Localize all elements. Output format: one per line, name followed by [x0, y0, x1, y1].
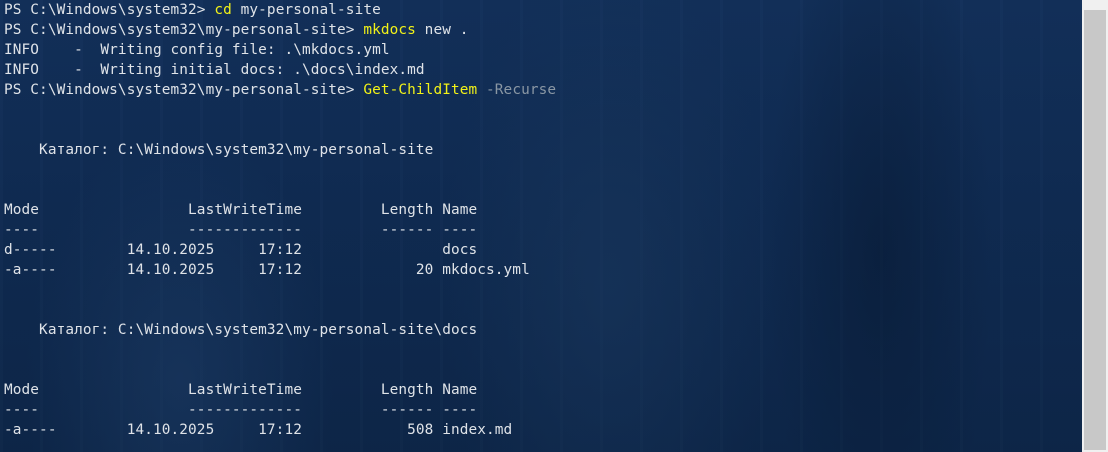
output-line: INFO - Writing config file: .\mkdocs.yml [4, 42, 390, 58]
command-name: cd [214, 2, 232, 18]
output-line: Каталог: C:\Windows\system32\my-personal… [4, 322, 478, 338]
command-args: my-personal-site [231, 2, 381, 18]
output-line: INFO - Writing initial docs: .\docs\inde… [4, 62, 425, 78]
prompt-line: PS C:\Windows\system32\my-personal-site>… [4, 80, 1082, 100]
command-args: new . [415, 22, 469, 38]
output-line: ---- ------------- ------ ---- [4, 222, 478, 238]
output-line: Mode LastWriteTime Length Name [4, 382, 478, 398]
prompt-text: PS C:\Windows\system32> [4, 2, 215, 18]
command-name: mkdocs [363, 22, 416, 38]
vertical-scrollbar-thumb[interactable] [1084, 10, 1106, 450]
output-line: Каталог: C:\Windows\system32\my-personal… [4, 142, 434, 158]
terminal-output[interactable]: PS C:\Windows\system32> cd my-personal-s… [4, 0, 1082, 452]
prompt-line: PS C:\Windows\system32\my-personal-site>… [4, 20, 1082, 40]
prompt-text: PS C:\Windows\system32\my-personal-site> [4, 22, 364, 38]
output-line: -a---- 14.10.2025 17:12 20 mkdocs.yml [4, 262, 530, 278]
command-name: Get-ChildItem [363, 82, 478, 98]
command-args [477, 82, 486, 98]
output-line: Mode LastWriteTime Length Name [4, 202, 478, 218]
output-line: -a---- 14.10.2025 17:12 508 index.md [4, 422, 513, 438]
command-parameter: -Recurse [486, 82, 557, 98]
prompt-text: PS C:\Windows\system32\my-personal-site> [4, 82, 364, 98]
prompt-line: PS C:\Windows\system32> cd my-personal-s… [4, 0, 1082, 20]
output-line: d----- 14.10.2025 17:12 docs [4, 242, 478, 258]
output-line: ---- ------------- ------ ---- [4, 402, 478, 418]
